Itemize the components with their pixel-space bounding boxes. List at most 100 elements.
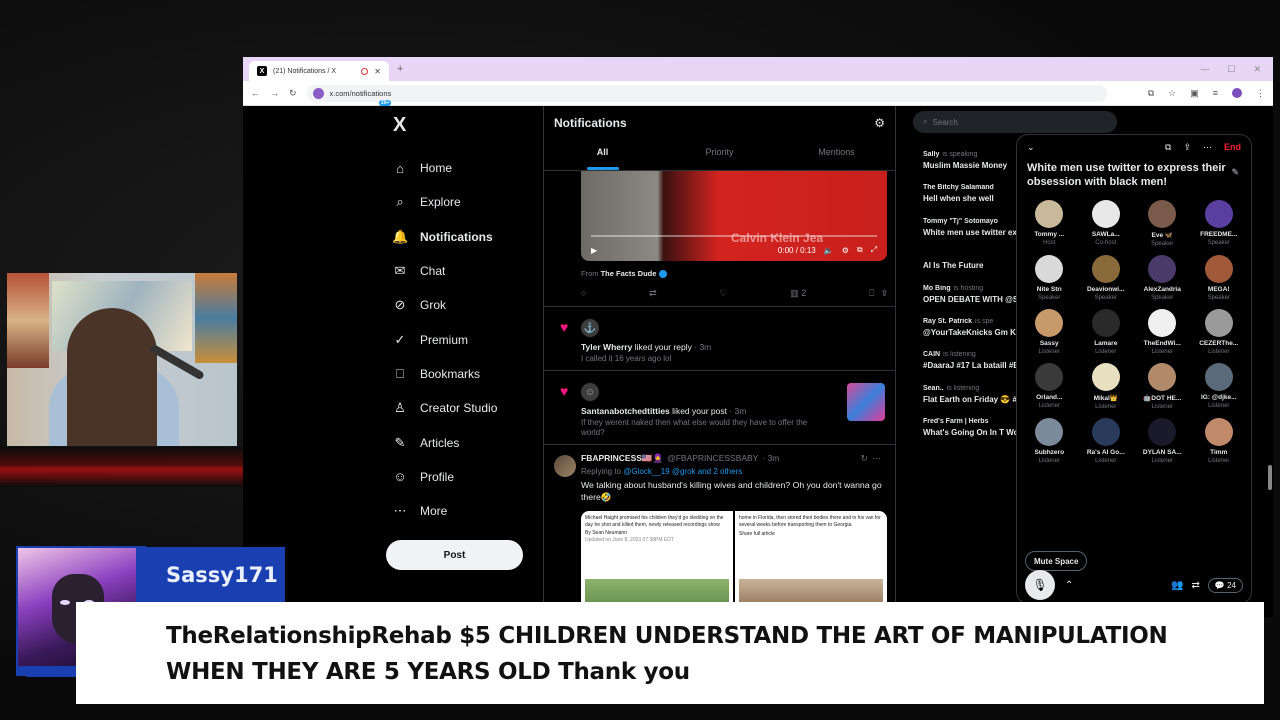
sidebar-item-more[interactable]: ⋯ More: [383, 494, 543, 528]
space-list-item[interactable]: Fred's Farm | Herbs What's Going On In T …: [923, 418, 1023, 438]
sidebar-item-grok[interactable]: ⊘ Grok: [383, 288, 543, 322]
star-icon[interactable]: ☆: [1168, 88, 1176, 99]
space-participant[interactable]: Tommy ... Host: [1021, 199, 1078, 247]
sidebar-item-creator-studio[interactable]: ♙ Creator Studio: [383, 391, 543, 425]
microphone-icon[interactable]: 🎙: [1025, 570, 1055, 600]
notification-item[interactable]: ♥ ⚓ Tyler Wherry liked your reply · 3m I…: [544, 306, 895, 370]
people-icon[interactable]: 👥: [1171, 580, 1183, 591]
browser-tab[interactable]: X (21) Notifications / X ✕: [249, 61, 389, 81]
sidebar-item-profile[interactable]: ☺ Profile: [383, 460, 543, 494]
space-list-item[interactable]: The Bitchy Salamand Hell when she well: [923, 184, 1023, 204]
chevron-down-icon[interactable]: ⌄: [1027, 142, 1035, 153]
source-name[interactable]: The Facts Dude: [601, 269, 657, 278]
share-icon[interactable]: ⇪: [1183, 142, 1191, 153]
bookmark-action-icon[interactable]: ⎕ ⇪: [869, 288, 887, 299]
x-logo-icon[interactable]: X: [393, 114, 543, 137]
repost-icon[interactable]: ⇄: [1192, 580, 1200, 591]
sidebar-item-explore[interactable]: ⌕ Explore: [383, 185, 543, 219]
space-participant[interactable]: CEZERThe... Listener: [1191, 308, 1248, 355]
space-list-item[interactable]: Ray St. Patrick is spe @YourTakeKnicks Gm …: [923, 318, 1023, 338]
space-participant[interactable]: Ra's Al Go... Listener: [1078, 417, 1135, 464]
cast-icon[interactable]: ⧉: [1148, 88, 1154, 99]
volume-icon[interactable]: 🔈: [824, 246, 834, 255]
tweet-author[interactable]: FBAPRINCESS🇺🇸🧕: [581, 453, 663, 464]
post-button[interactable]: Post: [386, 540, 523, 571]
sidebar-item-notifications[interactable]: 🔔 20+ Notifications: [379, 100, 543, 254]
edit-icon[interactable]: ✎: [1231, 167, 1239, 179]
scrollbar[interactable]: [1268, 465, 1272, 490]
play-icon[interactable]: ▶: [591, 246, 597, 255]
space-participant[interactable]: DYLAN SA... Listener: [1134, 417, 1191, 464]
sidebar-item-premium[interactable]: ✓ Premium: [383, 322, 543, 356]
replying-handles[interactable]: @Glock__19 @grok and 2 others: [623, 467, 742, 476]
back-icon[interactable]: ←: [251, 88, 260, 98]
media-icon[interactable]: ≡: [1213, 88, 1218, 99]
views-icon[interactable]: ▥ 2: [790, 288, 806, 299]
tab-priority[interactable]: Priority: [661, 140, 778, 170]
close-tab-icon[interactable]: ✕: [374, 67, 381, 76]
space-participant[interactable]: Lamare Listener: [1078, 308, 1135, 355]
space-participant[interactable]: AlexZandria Speaker: [1134, 254, 1191, 301]
notification-user[interactable]: Santanabotchedtitties: [581, 406, 670, 416]
gear-icon[interactable]: ⚙: [874, 116, 885, 130]
video-player[interactable]: Calvin Klein Jea ▶ 0:00 / 0:13 🔈 ⚙ ⧉ ⤢: [581, 171, 887, 261]
more-icon[interactable]: ⋯: [1203, 142, 1212, 153]
space-participant[interactable]: Eve 🦋 Speaker: [1134, 199, 1191, 247]
space-list-item[interactable]: Sean.. is listening Flat Earth on Friday 😎…: [923, 385, 1023, 405]
tweet-media[interactable]: Michael Haight promised his children the…: [581, 511, 887, 611]
avatar[interactable]: ⚓: [581, 319, 599, 337]
space-participant[interactable]: Mikal👑 Listener: [1078, 362, 1135, 410]
space-participant[interactable]: Timm Listener: [1191, 417, 1248, 464]
reload-icon[interactable]: ↻: [289, 88, 297, 99]
space-participant[interactable]: Deavionwi... Speaker: [1078, 254, 1135, 301]
search-input[interactable]: ⌕ Search: [913, 111, 1117, 133]
space-participant[interactable]: MEGA! Speaker: [1191, 254, 1248, 301]
notification-user[interactable]: Tyler Wherry: [581, 342, 632, 352]
space-list-item[interactable]: Tommy "Tj" Sotomayo White men use twitter…: [923, 218, 1023, 238]
comments-button[interactable]: 💬 24: [1207, 577, 1243, 593]
forward-icon[interactable]: →: [270, 88, 279, 98]
reply-icon[interactable]: ○: [581, 288, 586, 299]
sidebar-item-articles[interactable]: ✎ Articles: [383, 425, 543, 459]
space-participant[interactable]: Subhzero Listener: [1021, 417, 1078, 464]
space-list-item[interactable]: CAINis listening #DaaraJ #17 La bataill #…: [923, 351, 1023, 371]
sidebar-item-bookmarks[interactable]: ⎕ Bookmarks: [383, 357, 543, 391]
avatar[interactable]: ☺: [581, 383, 599, 401]
close-window-icon[interactable]: ✕: [1253, 64, 1261, 75]
sidebar-item-chat[interactable]: ✉ Chat: [383, 254, 543, 288]
space-participant[interactable]: Nite Strı Speaker: [1021, 254, 1078, 301]
repost-icon[interactable]: ⇄: [649, 288, 657, 299]
grok-icon[interactable]: ↻ ⋯: [861, 453, 881, 464]
docs-icon[interactable]: ⧉: [1165, 142, 1171, 153]
tab-all[interactable]: All: [544, 140, 661, 170]
sidebar-item-home[interactable]: ⌂ Home: [383, 151, 543, 185]
fullscreen-icon[interactable]: ⤢: [871, 245, 877, 255]
like-icon[interactable]: ♡: [719, 288, 727, 299]
space-list-item[interactable]: Mo Bingis hosting OPEN DEBATE WITH @Sir_L…: [923, 285, 1023, 305]
article-card[interactable]: home in Florida, then stored their bodie…: [735, 511, 887, 611]
sidebar-icon[interactable]: ▣: [1190, 88, 1199, 99]
end-space-button[interactable]: End: [1224, 142, 1241, 152]
settings-icon[interactable]: ⚙: [842, 246, 849, 255]
site-info-icon[interactable]: [312, 87, 324, 99]
space-participant[interactable]: 🤖DOT HE... Listener: [1134, 362, 1191, 410]
maximize-icon[interactable]: ☐: [1227, 64, 1235, 75]
notification-item[interactable]: ♥ ☺ Santanabotchedtitties liked your pos…: [544, 370, 895, 444]
avatar[interactable]: [554, 455, 576, 477]
menu-icon[interactable]: ⋮: [1256, 88, 1265, 99]
space-list-item[interactable]: AI Is The Future: [923, 251, 1023, 271]
space-participant[interactable]: FREEDME... Speaker: [1191, 199, 1248, 247]
profile-avatar-icon[interactable]: [1232, 87, 1242, 98]
reply-tweet[interactable]: FBAPRINCESS🇺🇸🧕 @FBAPRINCESSBABY · 3m ↻ ⋯…: [544, 444, 895, 617]
space-list-item[interactable]: Sally is speaking Muslim Massie Money: [923, 151, 1023, 171]
space-participant[interactable]: TheEndWi... Listener: [1134, 308, 1191, 355]
article-card[interactable]: Michael Haight promised his children the…: [581, 511, 733, 611]
space-participant[interactable]: IG: @djke... Listener: [1191, 362, 1248, 410]
chevron-up-icon[interactable]: ⌃: [1065, 580, 1073, 591]
url-field[interactable]: x.com/notifications: [306, 84, 1107, 102]
tab-mentions[interactable]: Mentions: [778, 140, 895, 170]
space-participant[interactable]: Orland... Listener: [1021, 362, 1078, 410]
card-share[interactable]: Share full article: [739, 531, 883, 538]
video-progress[interactable]: [591, 235, 877, 237]
pip-icon[interactable]: ⧉: [857, 245, 863, 255]
